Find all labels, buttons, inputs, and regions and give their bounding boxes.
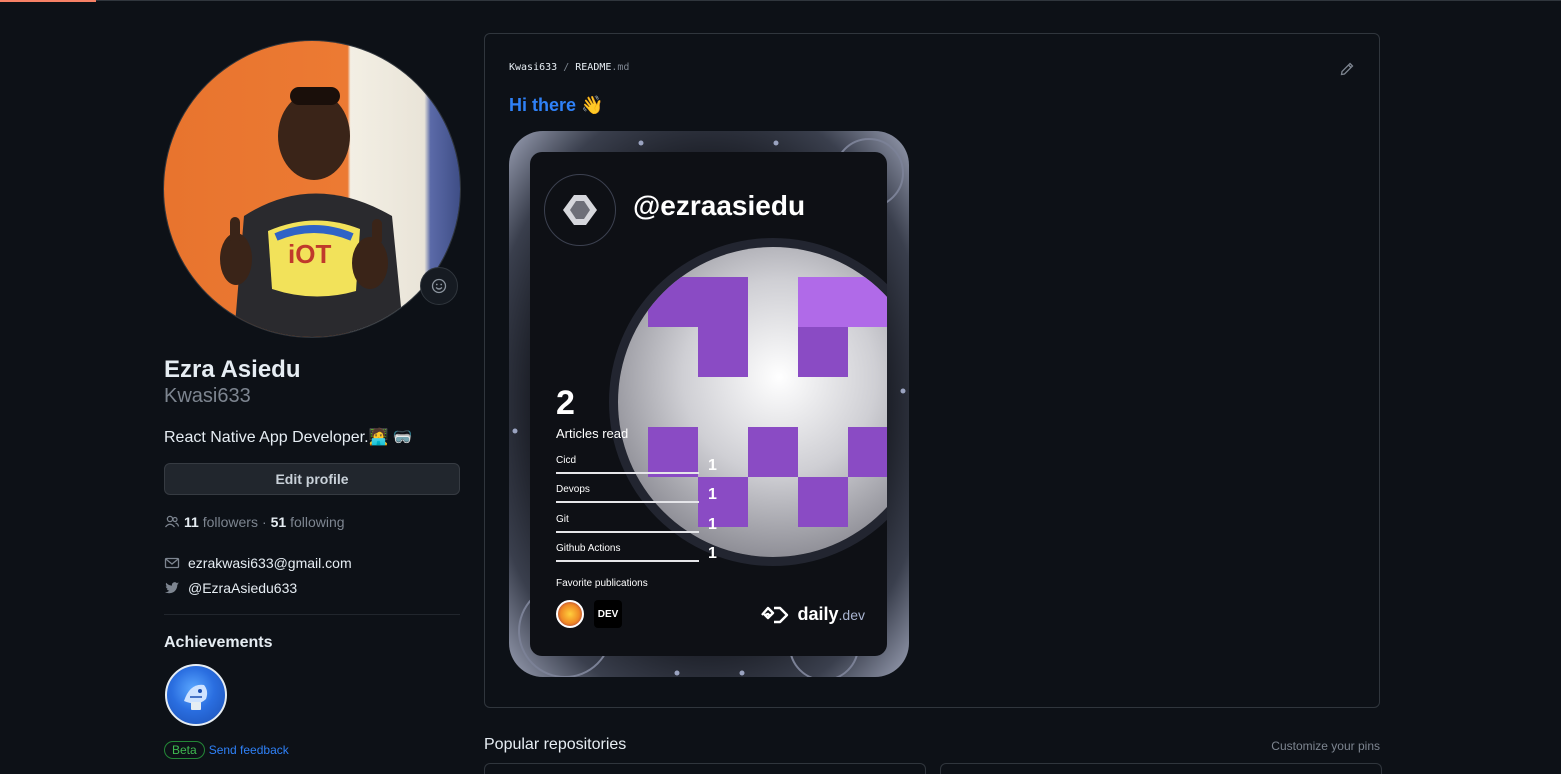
followers-count: 11 bbox=[184, 514, 199, 530]
edit-readme-button[interactable] bbox=[1339, 61, 1355, 82]
readme-path-separator: / bbox=[563, 62, 570, 73]
smiley-icon bbox=[431, 278, 447, 294]
profile-bio: React Native App Developer.🧑‍💻 🥽 bbox=[164, 429, 413, 446]
devcard-image[interactable]: @ezraasiedu 2 Articles read Cicd 1 Devop… bbox=[509, 131, 909, 677]
followers-link[interactable]: 11 followers bbox=[184, 514, 258, 530]
people-icon bbox=[164, 515, 180, 528]
tag-bar bbox=[556, 531, 699, 533]
send-feedback-link[interactable]: Send feedback bbox=[209, 743, 289, 757]
readme-file-link[interactable]: README.md bbox=[575, 62, 629, 73]
tag-bar bbox=[556, 472, 699, 474]
set-status-button[interactable] bbox=[420, 267, 458, 305]
tag-row: Git 1 bbox=[556, 514, 721, 533]
daily-dev-wordmark: daily.dev bbox=[798, 604, 866, 625]
tag-bar bbox=[556, 560, 699, 562]
tag-name: Git bbox=[556, 514, 569, 525]
tag-bar bbox=[556, 501, 699, 503]
achievement-badge[interactable] bbox=[165, 664, 227, 726]
tag-name: Github Actions bbox=[556, 543, 621, 554]
tag-row: Cicd 1 bbox=[556, 455, 721, 474]
follow-separator: · bbox=[261, 514, 267, 530]
twitter-item: @EzraAsiedu633 bbox=[164, 580, 297, 596]
profile-username: Kwasi633 bbox=[164, 385, 251, 407]
edit-profile-button[interactable]: Edit profile bbox=[164, 463, 460, 495]
avatar-image: iOT bbox=[164, 41, 460, 337]
devcard-logo bbox=[544, 174, 616, 246]
svg-text:iOT: iOT bbox=[288, 239, 331, 269]
tag-row: Devops 1 bbox=[556, 484, 721, 503]
devcard-handle: @ezraasiedu bbox=[633, 190, 806, 221]
tag-count: 1 bbox=[708, 486, 717, 503]
avatar[interactable]: iOT bbox=[164, 41, 460, 337]
beta-badge: Beta bbox=[164, 741, 205, 759]
beta-feedback: Beta Send feedback bbox=[164, 741, 289, 759]
brand-name: daily bbox=[797, 604, 839, 624]
daily-dev-brand: daily.dev bbox=[760, 604, 866, 625]
publication-icon bbox=[556, 600, 584, 628]
readme-file-ext: .md bbox=[611, 62, 630, 73]
brand-suffix: .dev bbox=[838, 607, 865, 623]
daily-dev-logo-icon bbox=[760, 606, 788, 623]
profile-readme: Kwasi633 / README.md Hi there 👋 @ezraasi… bbox=[484, 33, 1380, 708]
devcard-sphere-art bbox=[618, 247, 887, 557]
popular-repositories-heading: Popular repositories bbox=[484, 736, 627, 753]
devcard: @ezraasiedu 2 Articles read Cicd 1 Devop… bbox=[530, 152, 887, 656]
tag-row: Github Actions 1 bbox=[556, 543, 721, 562]
email-link[interactable]: ezrakwasi633@gmail.com bbox=[188, 555, 352, 571]
avatar-photo: iOT bbox=[220, 87, 404, 337]
profile-full-name: Ezra Asiedu bbox=[164, 356, 301, 383]
twitter-link[interactable]: @EzraAsiedu633 bbox=[188, 580, 297, 596]
shark-icon bbox=[184, 684, 208, 710]
tag-name: Cicd bbox=[556, 455, 577, 466]
daily-dev-mark-icon bbox=[563, 195, 597, 225]
readme-greeting: Hi there 👋 bbox=[509, 95, 604, 115]
favorite-publications-label: Favorite publications bbox=[556, 578, 648, 589]
active-tab-indicator bbox=[0, 0, 96, 2]
following-label: following bbox=[290, 514, 345, 530]
tag-name: Devops bbox=[556, 484, 590, 495]
readme-owner-link[interactable]: Kwasi633 bbox=[509, 62, 557, 73]
achievements-heading: Achievements bbox=[164, 634, 273, 651]
tag-count: 1 bbox=[708, 457, 717, 474]
readme-path: Kwasi633 / README.md bbox=[509, 62, 629, 73]
following-count: 51 bbox=[270, 514, 287, 530]
header-divider bbox=[0, 0, 1561, 1]
articles-label: Articles read bbox=[556, 426, 629, 441]
sidebar-divider bbox=[164, 614, 460, 615]
tag-count: 1 bbox=[708, 516, 717, 533]
customize-pins-link[interactable]: Customize your pins bbox=[1271, 739, 1380, 753]
dev-to-icon: DEV bbox=[594, 600, 622, 628]
email-item: ezrakwasi633@gmail.com bbox=[164, 555, 352, 571]
mail-icon bbox=[164, 557, 180, 569]
tag-count: 1 bbox=[708, 545, 717, 562]
articles-count: 2 bbox=[556, 384, 575, 422]
following-link[interactable]: 51 following bbox=[271, 514, 345, 530]
follow-stats: 11 followers · 51 following bbox=[164, 514, 345, 530]
readme-file-name: README bbox=[575, 62, 612, 73]
pencil-icon bbox=[1340, 62, 1354, 76]
followers-label: followers bbox=[202, 514, 258, 530]
twitter-icon bbox=[165, 582, 179, 594]
